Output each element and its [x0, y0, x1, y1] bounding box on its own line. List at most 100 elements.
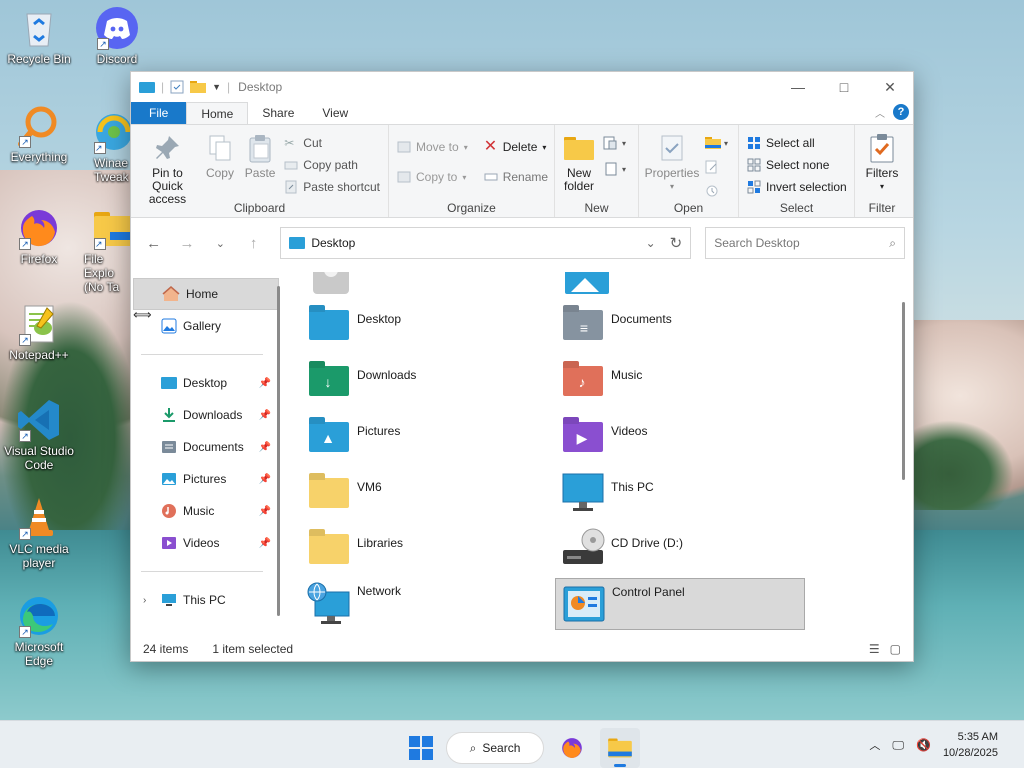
desktop-icon-vlc[interactable]: ↗ VLC media player [0, 496, 78, 570]
file-item[interactable]: Libraries [301, 522, 551, 574]
history-button[interactable] [705, 182, 728, 200]
shortcut-arrow-icon: ↗ [19, 334, 31, 346]
discord-icon: ↗ [95, 6, 139, 50]
volume-muted-icon[interactable]: 🔇 [916, 738, 931, 752]
minimize-button[interactable]: — [775, 72, 821, 102]
desktop-icon-recycle-bin[interactable]: Recycle Bin [0, 6, 78, 66]
copy-path-button[interactable]: Copy path [284, 156, 380, 174]
new-item-button[interactable]: ▾ [603, 134, 626, 152]
large-icons-view-icon[interactable]: ▢ [890, 642, 901, 656]
desktop-icon-discord[interactable]: ↗ Discord [78, 6, 156, 66]
desktop-icon-file-explorer[interactable]: ↗ File Explo (No Ta [78, 206, 130, 294]
move-to-icon [397, 140, 411, 154]
delete-button[interactable]: ✕ Delete ▾ [484, 138, 548, 156]
desktop-icon-edge[interactable]: ↗ Microsoft Edge [0, 594, 78, 668]
paste-shortcut-button[interactable]: Paste shortcut [284, 178, 380, 196]
nav-item-videos[interactable]: Videos 📌 [131, 527, 281, 559]
file-item-selected[interactable]: Control Panel [555, 578, 805, 630]
paste-button[interactable]: Paste [240, 128, 280, 201]
new-folder-small-icon[interactable] [190, 81, 207, 93]
nav-item-downloads[interactable]: Downloads 📌 [131, 399, 281, 431]
file-item[interactable]: ↓ Downloads [301, 354, 551, 406]
select-all-button[interactable]: Select all [747, 134, 847, 152]
up-button[interactable]: ↑ [239, 228, 268, 258]
rename-button[interactable]: Rename [484, 168, 548, 186]
address-bar[interactable]: Desktop ⌄ ↻ [280, 227, 692, 259]
new-folder-button[interactable]: New folder [559, 128, 599, 201]
cut-button[interactable]: ✂ Cut [284, 134, 380, 152]
move-to-button[interactable]: Move to ▾ [397, 138, 468, 156]
invert-selection-button[interactable]: Invert selection [747, 178, 847, 196]
address-path: Desktop [311, 236, 356, 250]
nav-item-documents[interactable]: Documents 📌 [131, 431, 281, 463]
shortcut-arrow-icon: ↗ [19, 136, 31, 148]
help-icon[interactable]: ? [893, 104, 909, 120]
desktop-icon-label: Firefox [20, 252, 58, 266]
refresh-icon[interactable]: ↻ [670, 234, 683, 252]
copy-button[interactable]: Copy [200, 128, 240, 201]
tab-home[interactable]: Home [186, 102, 249, 124]
desktop-folder-icon [307, 302, 351, 346]
chevron-right-icon[interactable]: › [143, 595, 146, 606]
details-view-icon[interactable]: ☰ [869, 642, 880, 656]
network-status-icon[interactable]: 🖵 [892, 738, 904, 753]
file-item[interactable]: ♪ Music [555, 354, 805, 406]
start-button[interactable] [404, 731, 438, 765]
select-none-button[interactable]: Select none [747, 156, 847, 174]
properties-button[interactable]: Properties ▾ [643, 128, 701, 201]
tab-view[interactable]: View [308, 102, 362, 124]
desktop-icon-notepad-plus-plus[interactable]: ↗ Notepad++ [0, 302, 78, 362]
file-item[interactable]: ≡ Documents [555, 298, 805, 350]
file-item[interactable]: Network [301, 578, 551, 630]
collapse-ribbon-icon[interactable]: ︿ [875, 105, 885, 120]
search-box[interactable]: Search Desktop ⌕ [705, 227, 906, 259]
easy-access-button[interactable]: ▾ [603, 160, 626, 178]
copy-icon [204, 132, 236, 164]
nav-item-desktop[interactable]: Desktop 📌 [131, 367, 281, 399]
desktop-icon-everything[interactable]: ↗ Everything [0, 104, 78, 164]
edit-button[interactable] [705, 158, 728, 176]
pin-to-quick-access-button[interactable]: Pin to Quick access [135, 128, 200, 206]
taskbar-search[interactable]: ⌕ Search [446, 732, 544, 764]
file-item[interactable]: ▶ Videos [555, 410, 805, 462]
file-item[interactable]: CD Drive (D:) [555, 522, 805, 574]
back-button[interactable]: ← [139, 228, 168, 258]
new-folder-icon [563, 132, 595, 164]
file-explorer-window: | ▼ | Desktop — □ ✕ File Home Share View… [130, 71, 914, 662]
forward-button[interactable]: → [172, 228, 201, 258]
tab-share[interactable]: Share [248, 102, 308, 124]
clock[interactable]: 5:35 AM 10/28/2025 [943, 729, 998, 761]
desktop-icon-firefox[interactable]: ↗ Firefox [0, 206, 78, 266]
open-button[interactable]: ▾ [705, 134, 728, 152]
taskbar-firefox[interactable] [552, 728, 592, 768]
filters-button[interactable]: Filters ▾ [859, 128, 905, 201]
taskbar-file-explorer[interactable] [600, 728, 640, 768]
address-dropdown-icon[interactable]: ⌄ [646, 236, 656, 250]
file-item[interactable]: VM6 [301, 466, 551, 518]
file-item[interactable]: This PC [555, 466, 805, 518]
nav-item-gallery[interactable]: Gallery [131, 310, 281, 342]
file-item[interactable]: Desktop [301, 298, 551, 350]
select-all-icon [747, 136, 761, 150]
nav-item-home[interactable]: Home [133, 278, 279, 310]
nav-item-pictures[interactable]: Pictures 📌 [131, 463, 281, 495]
notepad-plus-plus-icon: ↗ [17, 302, 61, 346]
recent-locations-button[interactable]: ⌄ [206, 228, 235, 258]
copy-to-button[interactable]: Copy to ▾ [397, 168, 468, 186]
nav-pane-scrollbar[interactable] [277, 286, 280, 616]
pictures-icon [162, 473, 176, 485]
file-item[interactable]: ▲ Pictures [301, 410, 551, 462]
desktop-icon-winaero-tweaker[interactable]: ↗ Winae Tweak [78, 110, 130, 184]
show-hidden-icons-chevron-icon[interactable]: ︿ [869, 737, 880, 753]
qat-dropdown-icon[interactable]: ▼ [212, 82, 221, 92]
nav-item-music[interactable]: Music 📌 [131, 495, 281, 527]
close-button[interactable]: ✕ [867, 72, 913, 102]
desktop-icon-vscode[interactable]: ↗ Visual Studio Code [0, 398, 78, 472]
maximize-button[interactable]: □ [821, 72, 867, 102]
microsoft-edge-icon: ↗ [17, 594, 61, 638]
file-list-scrollbar[interactable] [902, 302, 905, 480]
nav-item-this-pc[interactable]: › This PC [131, 584, 281, 616]
properties-small-icon[interactable] [170, 80, 184, 94]
tab-file[interactable]: File [131, 102, 187, 124]
up-arrow-icon: ↑ [249, 234, 258, 252]
